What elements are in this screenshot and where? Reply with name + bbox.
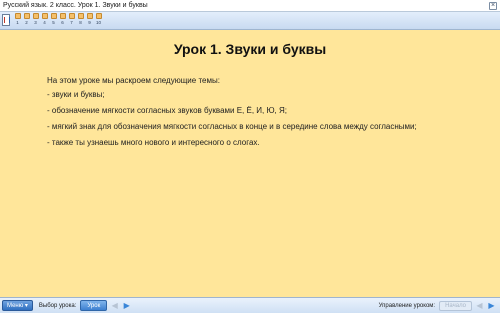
page-nav-item[interactable]: 1 bbox=[13, 13, 22, 26]
page-number: 9 bbox=[88, 20, 91, 25]
lesson-management-label: Управление уроком: bbox=[378, 302, 436, 309]
topic-item: - обозначение мягкости согласных звуков … bbox=[47, 106, 287, 115]
page-nav-item[interactable]: 6 bbox=[58, 13, 67, 26]
page-nav-item[interactable]: 10 bbox=[94, 13, 103, 26]
page-nav-item[interactable]: 4 bbox=[40, 13, 49, 26]
page-list: 1 2 3 4 5 6 7 8 9 10 bbox=[13, 13, 103, 26]
topic-item: - звуки и буквы; bbox=[47, 90, 105, 99]
lesson-content: Урок 1. Звуки и буквы На этом уроке мы р… bbox=[0, 31, 500, 297]
menu-button[interactable]: Меню ▾ bbox=[2, 300, 33, 311]
topic-item: - также ты узнаешь много нового и интере… bbox=[47, 138, 260, 147]
previous-lesson-arrow-icon[interactable]: ◀ bbox=[110, 301, 119, 310]
page-number: 10 bbox=[95, 20, 101, 25]
page-nav-item[interactable]: 7 bbox=[67, 13, 76, 26]
next-page-arrow-icon[interactable]: ▶ bbox=[487, 301, 496, 310]
topic-list: - звуки и буквы; - обозначение мягкости с… bbox=[47, 90, 437, 154]
next-lesson-arrow-icon[interactable]: ▶ bbox=[122, 301, 131, 310]
lesson-title: Урок 1. Звуки и буквы bbox=[173, 41, 327, 57]
title-bar: Русский язык. 2 класс. Урок 1. Звуки и б… bbox=[0, 0, 500, 12]
page-number: 7 bbox=[70, 20, 73, 25]
page-number: 5 bbox=[52, 20, 55, 25]
page-number: 6 bbox=[61, 20, 64, 25]
lesson-intro: На этом уроке мы раскроем следующие темы… bbox=[47, 76, 220, 85]
lesson-select-label: Выбор урока: bbox=[38, 302, 77, 309]
page-number: 1 bbox=[16, 20, 19, 25]
page-nav-item[interactable]: 5 bbox=[49, 13, 58, 26]
bottom-bar: Меню ▾ Выбор урока: Урок ◀ ▶ Управление … bbox=[0, 297, 500, 313]
page-number: 2 bbox=[25, 20, 28, 25]
page-number: 8 bbox=[79, 20, 82, 25]
window-title: Русский язык. 2 класс. Урок 1. Звуки и б… bbox=[3, 2, 148, 9]
page-nav-item[interactable]: 2 bbox=[22, 13, 31, 26]
page-nav-item[interactable]: 8 bbox=[76, 13, 85, 26]
close-icon[interactable]: × bbox=[489, 1, 497, 10]
book-icon[interactable] bbox=[2, 14, 10, 26]
page-number: 3 bbox=[34, 20, 37, 25]
topic-item: - мягкий знак для обозначения мягкости с… bbox=[47, 122, 417, 131]
lesson-button[interactable]: Урок bbox=[80, 300, 108, 311]
page-number: 4 bbox=[43, 20, 46, 25]
page-nav-item[interactable]: 3 bbox=[31, 13, 40, 26]
page-nav-item[interactable]: 9 bbox=[85, 13, 94, 26]
previous-page-arrow-icon[interactable]: ◀ bbox=[475, 301, 484, 310]
page-navigation-strip: 1 2 3 4 5 6 7 8 9 10 bbox=[0, 12, 500, 30]
start-button[interactable]: Начало bbox=[439, 300, 472, 311]
